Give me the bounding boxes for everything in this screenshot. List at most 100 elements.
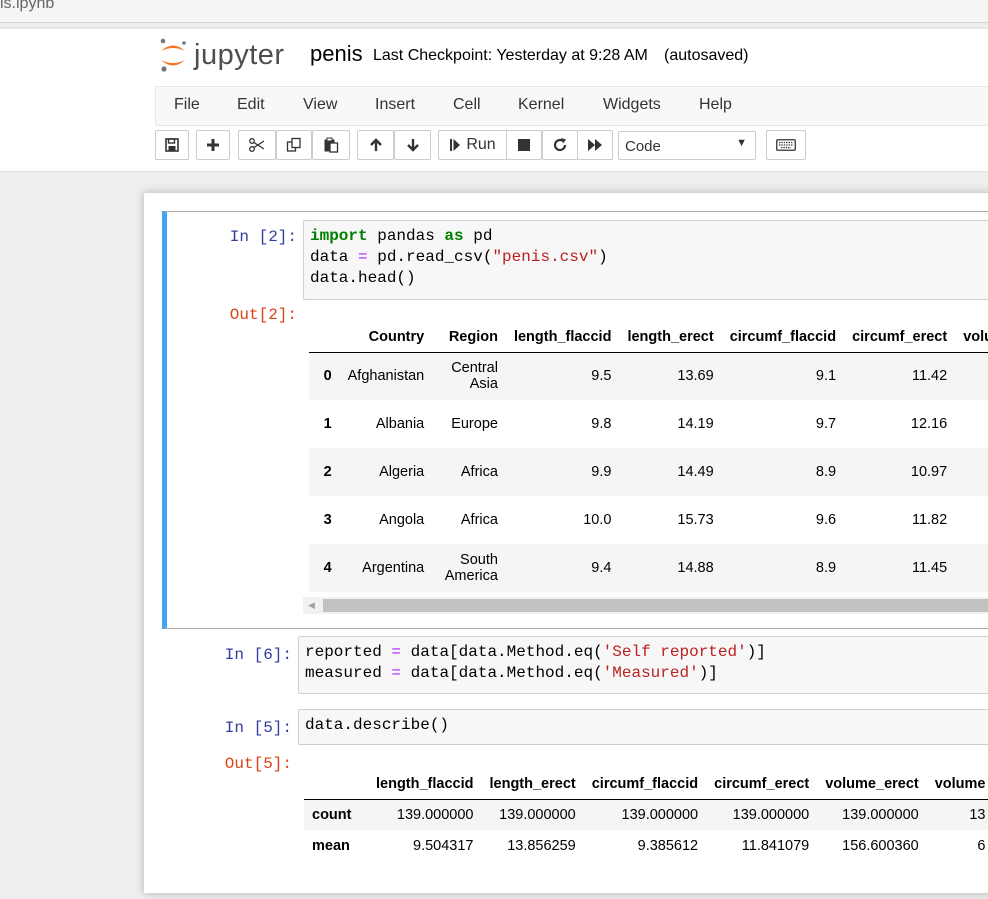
horizontal-scrollbar[interactable]: ◀: [303, 597, 988, 614]
paste-icon: [324, 137, 339, 153]
table-cell: 9.5: [591, 368, 612, 385]
row-index: mean: [312, 837, 350, 854]
table-cell: 9.1: [815, 368, 837, 385]
stop-icon: [518, 139, 530, 151]
notebook-name[interactable]: penis: [310, 41, 363, 67]
save-button[interactable]: [155, 130, 189, 160]
scroll-left-icon[interactable]: ◀: [303, 597, 320, 614]
copy-icon: [286, 137, 301, 152]
table-cell: 6: [977, 837, 986, 854]
table-cell: 139.000000: [732, 806, 810, 823]
table-cell: Africa: [460, 464, 498, 480]
column-header: Region: [448, 328, 498, 345]
code-cell-3[interactable]: In [5]: data.describe() Out[5]: length_f…: [162, 699, 988, 899]
row-index: 3: [323, 512, 332, 528]
table-header-row: length_flaccid length_erect circumf_flac…: [304, 769, 988, 799]
copy-button[interactable]: [276, 130, 312, 160]
table-row: 2 Algeria Africa 9.9 14.49 8.9 10.97: [309, 448, 988, 496]
table-cell: 10.0: [583, 512, 612, 528]
table-cell: 9.9: [591, 464, 612, 480]
output-prompt: Out[2]:: [229, 306, 297, 324]
table-row: 0 Afghanistan Central Asia 9.5 13.69 9.1…: [309, 352, 988, 400]
paste-button[interactable]: [312, 130, 350, 160]
fast-forward-icon: [588, 139, 602, 151]
menu-bar: File Edit View Insert Cell Kernel Widget…: [155, 86, 988, 126]
table-cell: 11.82: [911, 512, 948, 528]
dataframe-table: length_flaccid length_erect circumf_flac…: [304, 769, 988, 861]
cell-type-select[interactable]: Code ▼: [618, 131, 756, 160]
column-header: circumf_flaccid: [729, 328, 837, 345]
interrupt-button[interactable]: [506, 130, 542, 160]
menu-cell[interactable]: Cell: [453, 96, 481, 114]
column-header: circumf_erect: [852, 328, 948, 345]
table-cell: 8.9: [815, 464, 837, 480]
code-line: data.describe(): [305, 716, 450, 734]
move-down-button[interactable]: [394, 130, 431, 160]
table-row: 1 Albania Europe 9.8 14.19 9.7 12.16: [309, 400, 988, 448]
table-cell: Algeria: [379, 464, 425, 480]
table-cell: 11.45: [911, 560, 948, 576]
cut-button[interactable]: [238, 130, 276, 160]
input-prompt: In [6]:: [224, 646, 292, 664]
column-header: [309, 322, 340, 352]
code-line: data = pd.read_csv("penis.csv"): [310, 248, 608, 266]
menu-kernel[interactable]: Kernel: [518, 96, 564, 114]
jupyter-logo[interactable]: jupyter: [158, 38, 285, 72]
code-input-area[interactable]: import pandas as pd data = pd.read_csv("…: [303, 220, 988, 300]
table-cell: 9.385612: [637, 837, 699, 854]
notebook-header: jupyter penis Last Checkpoint: Yesterday…: [0, 27, 988, 172]
row-index: 1: [323, 416, 332, 432]
table-cell: 9.4: [591, 560, 612, 576]
cell-type-value: Code: [625, 138, 661, 155]
code-input-area[interactable]: data.describe(): [298, 709, 988, 745]
input-prompt: In [2]:: [229, 228, 297, 246]
insert-cell-button[interactable]: [196, 130, 230, 160]
dataframe-table: Country Region length_flaccid length_ere…: [309, 322, 988, 592]
table-cell: Albania: [375, 416, 425, 432]
table-cell: 9.6: [815, 512, 837, 528]
table-header-row: Country Region length_flaccid length_ere…: [309, 322, 988, 352]
keyboard-icon: [776, 139, 796, 151]
row-index: 2: [323, 464, 332, 480]
arrow-up-icon: [369, 138, 382, 151]
table-cell: South America: [444, 552, 498, 584]
run-button[interactable]: Run: [438, 130, 508, 160]
run-button-label: Run: [466, 136, 496, 153]
column-header: circumf_erect: [714, 775, 810, 792]
menu-help[interactable]: Help: [699, 96, 732, 114]
table-cell: 14.49: [677, 464, 714, 480]
table-row: mean 9.504317 13.856259 9.385612 11.8410…: [304, 830, 988, 861]
column-header: length_erect: [627, 328, 714, 345]
code-cell-1[interactable]: In [2]: import pandas as pd data = pd.re…: [162, 211, 988, 629]
code-input-area[interactable]: reported = data[data.Method.eq('Self rep…: [298, 636, 988, 694]
code-editor[interactable]: data.describe(): [299, 710, 988, 736]
restart-run-all-button[interactable]: [577, 130, 613, 160]
menu-view[interactable]: View: [303, 96, 337, 114]
table-cell: [955, 544, 988, 592]
code-editor[interactable]: import pandas as pd data = pd.read_csv("…: [304, 221, 988, 289]
table-cell: 11.42: [911, 368, 948, 385]
column-header: length_flaccid: [513, 328, 612, 345]
menu-insert[interactable]: Insert: [375, 96, 415, 114]
table-cell: 13.856259: [507, 837, 576, 854]
table-cell: 15.73: [677, 512, 714, 528]
table-cell: 9.8: [591, 416, 612, 432]
table-cell: Europe: [451, 416, 498, 432]
browser-tab-title[interactable]: is.ipynb: [0, 0, 54, 13]
code-editor[interactable]: reported = data[data.Method.eq('Self rep…: [299, 637, 988, 684]
menu-file[interactable]: File: [174, 96, 200, 114]
chevron-down-icon: ▼: [736, 137, 747, 149]
code-cell-2[interactable]: In [6]: reported = data[data.Method.eq('…: [162, 629, 988, 699]
restart-kernel-button[interactable]: [542, 130, 578, 160]
column-header: volu: [963, 328, 988, 345]
notebook-toolbar: Run Code ▼: [0, 130, 988, 166]
table-cell: [955, 496, 988, 544]
menu-edit[interactable]: Edit: [237, 96, 265, 114]
menu-widgets[interactable]: Widgets: [603, 96, 661, 114]
command-palette-button[interactable]: [766, 130, 806, 160]
column-header: volume: [934, 775, 986, 792]
table-cell: 139.000000: [621, 806, 699, 823]
code-line: reported = data[data.Method.eq('Self rep…: [305, 643, 766, 661]
move-up-button[interactable]: [357, 130, 394, 160]
scrollbar-thumb[interactable]: [323, 599, 988, 612]
